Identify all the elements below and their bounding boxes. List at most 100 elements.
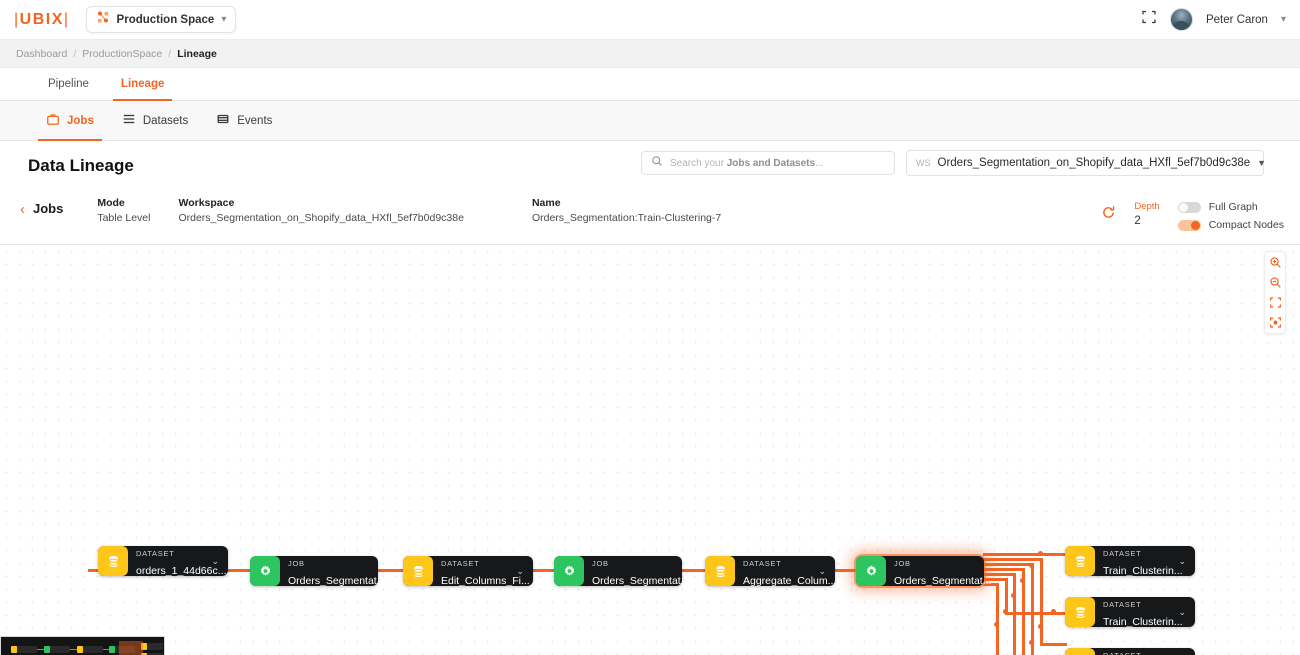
subtab-events[interactable]: Events xyxy=(202,101,286,140)
graph-node-dataset[interactable]: DATASET Aggregate_Colum... ⌄ xyxy=(705,553,836,589)
chevron-down-icon[interactable]: ⌄ xyxy=(211,556,228,567)
breadcrumb-item-dashboard[interactable]: Dashboard xyxy=(16,48,67,60)
tab-pipeline-label: Pipeline xyxy=(48,78,89,90)
lineage-canvas[interactable]: DATASET orders_1_44d66c... ⌄ JOB Orders_… xyxy=(0,245,1300,655)
subtab-events-label: Events xyxy=(237,114,273,127)
graph-node-text: DATASET orders_1_44d66c... xyxy=(128,543,226,579)
graph-node-name: Edit_Columns_Fi... xyxy=(441,575,530,587)
chevron-down-icon[interactable]: ⌄ xyxy=(516,566,533,577)
breadcrumb-item-productionspace[interactable]: ProductionSpace xyxy=(82,48,162,60)
briefcase-icon xyxy=(46,112,60,129)
meta-field-mode: Mode Table Level xyxy=(97,195,150,224)
top-bar: | UBIX | Production Space ▾ Peter Caron ▾ xyxy=(0,0,1300,40)
meta-field-name: Name Orders_Segmentation:Train-Clusterin… xyxy=(532,195,721,224)
graph-node-job-selected[interactable]: JOB Orders_Segmentat... xyxy=(856,556,991,587)
database-icon xyxy=(1065,648,1095,655)
logo-text: UBIX xyxy=(19,10,64,28)
depth-label: Depth xyxy=(1134,201,1160,212)
center-focus-icon[interactable] xyxy=(1269,316,1282,329)
subtab-jobs[interactable]: Jobs xyxy=(32,101,108,141)
graph-node-dataset[interactable]: DATASET Train_Clusterin... ⌄ xyxy=(1065,543,1195,579)
toggle-full-graph[interactable]: Full Graph xyxy=(1177,201,1284,213)
breadcrumb-separator: / xyxy=(73,47,77,60)
chevron-down-icon[interactable]: ⌄ xyxy=(1178,607,1195,618)
minimap-node xyxy=(11,646,17,653)
chevron-down-icon[interactable]: ▾ xyxy=(221,14,226,25)
space-selector[interactable]: Production Space ▾ xyxy=(85,6,237,33)
breadcrumb-item-lineage: Lineage xyxy=(177,47,217,60)
fullscreen-icon[interactable] xyxy=(1141,9,1157,30)
tab-lineage-label: Lineage xyxy=(120,78,165,90)
graph-node-kind: DATASET xyxy=(1103,600,1142,609)
depth-control[interactable]: Depth 2 xyxy=(1134,201,1159,227)
meta-field-workspace: Workspace Orders_Segmentation_on_Shopify… xyxy=(178,195,463,224)
space-name: Production Space xyxy=(116,13,215,26)
fit-screen-icon[interactable] xyxy=(1269,296,1282,309)
graph-node-text: DATASET Aggregate_Colum... xyxy=(735,553,836,589)
avatar[interactable] xyxy=(1169,8,1193,31)
meta-section-label: Jobs xyxy=(33,201,64,216)
zoom-controls xyxy=(1264,251,1286,334)
chevron-down-icon[interactable]: ⌄ xyxy=(1178,556,1195,567)
chevron-down-icon[interactable]: ▼ xyxy=(1257,158,1266,168)
minimap-node xyxy=(44,646,50,653)
graph-node-kind: DATASET xyxy=(1103,549,1142,558)
lineage-controls: Depth 2 Full Graph Compact Nodes xyxy=(1101,195,1284,231)
meta-field-mode-value: Table Level xyxy=(97,212,151,224)
meta-field-workspace-key: Workspace xyxy=(178,197,235,209)
graph-node-job[interactable]: JOB Orders_Segmentat... xyxy=(554,553,689,589)
database-icon xyxy=(98,546,128,576)
edge-connector xyxy=(833,569,857,572)
graph-node-kind: DATASET xyxy=(441,559,480,568)
graph-node-job[interactable]: JOB Orders_Segmentat... xyxy=(250,556,385,587)
graph-node-name: Train_Clusterin... xyxy=(1103,616,1183,628)
toggle-compact-nodes[interactable]: Compact Nodes xyxy=(1177,219,1284,231)
zoom-in-icon[interactable] xyxy=(1269,256,1282,269)
graph-node-kind: JOB xyxy=(894,559,911,568)
chevron-down-icon[interactable]: ⌄ xyxy=(818,566,835,577)
subtab-datasets-label: Datasets xyxy=(142,114,189,127)
space-glyph-icon xyxy=(96,10,110,29)
graph-node-dataset[interactable]: DATASET Train_Clusterin... ⌄ xyxy=(1065,597,1195,628)
toggle-full-graph-switch[interactable] xyxy=(1177,201,1201,213)
edge-connector xyxy=(1040,558,1043,645)
edge-junction-dot xyxy=(1020,578,1025,583)
meta-field-name-value: Orders_Segmentation:Train-Clustering-7 xyxy=(531,212,722,224)
toggle-full-graph-label: Full Graph xyxy=(1208,201,1258,213)
graph-node-text: DATASET Train_Clusterin... xyxy=(1095,543,1183,579)
minimap-viewport[interactable] xyxy=(119,641,143,655)
depth-value: 2 xyxy=(1134,215,1141,227)
toggle-compact-nodes-label: Compact Nodes xyxy=(1208,219,1284,231)
subtab-datasets[interactable]: Datasets xyxy=(108,101,202,140)
chevron-left-icon[interactable]: ‹ xyxy=(14,195,33,218)
graph-node-name: Orders_Segmentat... xyxy=(288,575,386,587)
edge-connector xyxy=(983,563,1031,566)
toggle-compact-nodes-switch[interactable] xyxy=(1177,219,1201,231)
workspace-select[interactable]: WS Orders_Segmentation_on_Shopify_data_H… xyxy=(906,150,1266,176)
edge-junction-dot xyxy=(1029,640,1034,645)
graph-node-kind: DATASET xyxy=(743,559,782,568)
ubix-logo[interactable]: | UBIX | xyxy=(14,11,70,29)
graph-node-dataset[interactable]: DATASET Edit_Columns_Fi... ⌄ xyxy=(403,556,533,587)
search-input[interactable]: Search your Jobs and Datasets... xyxy=(641,151,895,175)
refresh-icon[interactable] xyxy=(1101,201,1116,223)
graph-node-dataset[interactable]: DATASET Train_Clusterin... ⌄ xyxy=(1065,648,1195,655)
subtab-jobs-label: Jobs xyxy=(67,114,94,127)
graph-node-text: JOB Orders_Segmentat... xyxy=(584,553,689,589)
database-icon xyxy=(705,556,735,586)
database-icon xyxy=(1065,546,1095,576)
minimap-node xyxy=(109,646,115,653)
graph-node-dataset[interactable]: DATASET orders_1_44d66c... ⌄ xyxy=(98,543,228,579)
meta-field-workspace-value: Orders_Segmentation_on_Shopify_data_HXfl… xyxy=(178,212,464,224)
tab-pipeline[interactable]: Pipeline xyxy=(32,68,105,100)
edge-connector xyxy=(226,569,252,572)
lineage-meta-bar: ‹ Jobs Mode Table Level Workspace Orders… xyxy=(0,189,1300,245)
edge-junction-dot xyxy=(1011,593,1016,598)
graph-node-kind: JOB xyxy=(592,559,609,568)
zoom-out-icon[interactable] xyxy=(1269,276,1282,289)
tab-lineage[interactable]: Lineage xyxy=(105,68,180,101)
graph-node-name: Train_Clusterin... xyxy=(1103,565,1183,577)
user-menu-chevron-down-icon[interactable]: ▾ xyxy=(1281,14,1286,25)
minimap[interactable] xyxy=(0,636,165,655)
graph-node-name: Orders_Segmentat... xyxy=(592,575,690,587)
